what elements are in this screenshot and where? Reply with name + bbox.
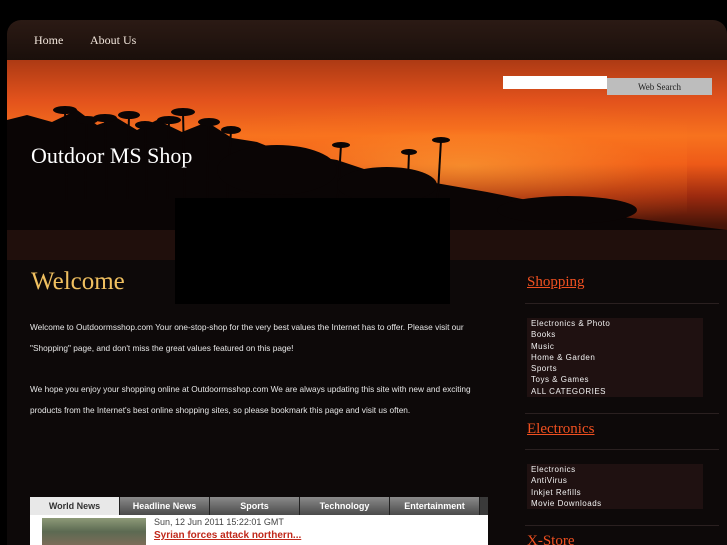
sidebar-heading-xstore[interactable]: X-Store: [527, 533, 575, 545]
sidebar-item-antivirus[interactable]: AntiVirus: [527, 475, 703, 486]
ad-placeholder: [175, 198, 450, 304]
welcome-heading: Welcome: [31, 268, 125, 295]
sidebar-divider: [525, 413, 719, 414]
sidebar-item-electronics-photo[interactable]: Electronics & Photo: [527, 318, 703, 329]
shopping-category-list: Electronics & Photo Books Music Home & G…: [527, 318, 703, 398]
top-navigation: Home About Us: [7, 20, 727, 60]
news-date: Sun, 12 Jun 2011 15:22:01 GMT: [154, 517, 284, 527]
tab-entertainment[interactable]: Entertainment: [390, 497, 480, 515]
electronics-category-list: Electronics AntiVirus Inkjet Refills Mov…: [527, 464, 703, 510]
nav-about-link[interactable]: About Us: [90, 33, 136, 48]
sidebar-divider: [525, 449, 719, 450]
sidebar-divider: [525, 303, 719, 304]
news-thumbnail[interactable]: [42, 518, 146, 545]
sidebar-heading-electronics[interactable]: Electronics: [527, 421, 594, 438]
sidebar-item-sports[interactable]: Sports: [527, 363, 703, 374]
sidebar-heading-shopping[interactable]: Shopping: [527, 274, 585, 291]
sidebar-item-inkjet-refills[interactable]: Inkjet Refills: [527, 487, 703, 498]
intro-paragraph-1: Welcome to Outdoormsshop.com Your one-st…: [30, 322, 464, 353]
tab-technology[interactable]: Technology: [300, 497, 390, 515]
tab-sports[interactable]: Sports: [210, 497, 300, 515]
nav-home-link[interactable]: Home: [34, 33, 63, 48]
sidebar-item-toys-games[interactable]: Toys & Games: [527, 374, 703, 385]
search-input[interactable]: [503, 76, 607, 89]
sidebar-item-music[interactable]: Music: [527, 341, 703, 352]
sidebar-divider: [525, 525, 719, 526]
news-item: Sun, 12 Jun 2011 15:22:01 GMT Syrian for…: [30, 515, 488, 545]
web-search-button[interactable]: Web Search: [607, 78, 712, 95]
tab-world-news[interactable]: World News: [30, 497, 120, 515]
sidebar-item-electronics[interactable]: Electronics: [527, 464, 703, 475]
site-title: Outdoor MS Shop: [31, 143, 193, 168]
page-frame: Home About Us Web Search Outdoor MS Shop…: [7, 20, 727, 545]
sidebar-item-books[interactable]: Books: [527, 329, 703, 340]
sidebar-item-all-categories[interactable]: ALL CATEGORIES: [527, 386, 703, 397]
news-widget: World News Headline News Sports Technolo…: [30, 497, 488, 545]
sidebar-item-movie-downloads[interactable]: Movie Downloads: [527, 498, 703, 509]
news-headline-link[interactable]: Syrian forces attack northern...: [154, 530, 301, 541]
intro-paragraph-2: We hope you enjoy your shopping online a…: [30, 384, 471, 415]
news-tabs: World News Headline News Sports Technolo…: [30, 497, 488, 515]
sidebar-item-home-garden[interactable]: Home & Garden: [527, 352, 703, 363]
tab-headline-news[interactable]: Headline News: [120, 497, 210, 515]
